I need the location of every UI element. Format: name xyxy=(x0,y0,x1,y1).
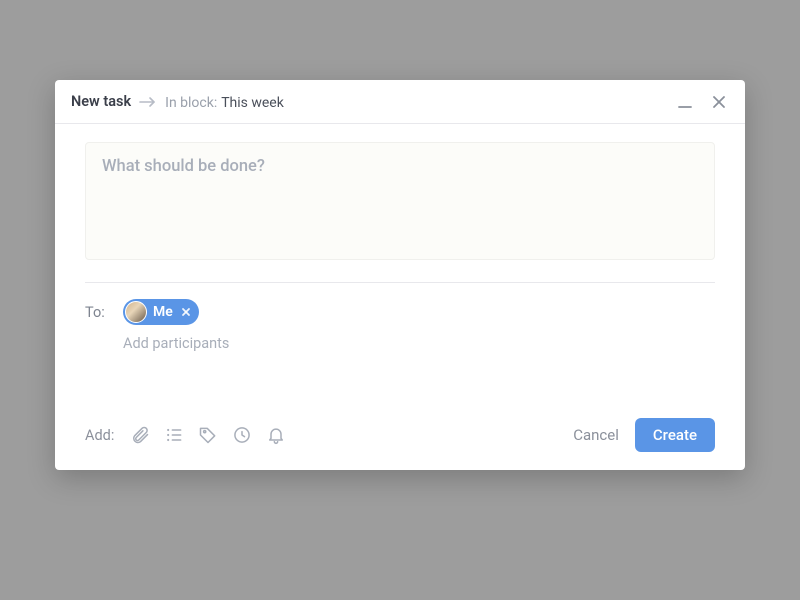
footer-tools: Add: xyxy=(85,425,286,445)
modal-footer: Add: xyxy=(55,404,745,470)
modal-header: New task In block: This week xyxy=(55,80,745,124)
close-icon[interactable] xyxy=(711,94,727,110)
assignees-label: To: xyxy=(85,304,115,321)
modal-title: New task xyxy=(71,93,131,110)
create-button[interactable]: Create xyxy=(635,418,715,452)
remove-assignee-icon[interactable] xyxy=(181,307,191,317)
divider xyxy=(85,282,715,283)
modal-body: To: Me Add participants xyxy=(55,124,745,370)
attachment-icon[interactable] xyxy=(130,425,150,445)
avatar xyxy=(125,301,147,323)
tag-icon[interactable] xyxy=(198,425,218,445)
bell-icon[interactable] xyxy=(266,425,286,445)
header-left: New task In block: This week xyxy=(71,92,284,111)
block-crumb[interactable]: In block: This week xyxy=(165,92,284,111)
add-participants-hint[interactable]: Add participants xyxy=(123,335,715,352)
time-icon[interactable] xyxy=(232,425,252,445)
header-controls xyxy=(677,94,727,110)
new-task-modal: New task In block: This week xyxy=(55,80,745,470)
arrow-right-icon xyxy=(139,96,157,108)
assignees-row: To: Me xyxy=(85,299,715,325)
assignee-name: Me xyxy=(153,304,173,320)
cancel-button[interactable]: Cancel xyxy=(573,426,619,444)
assignee-chip[interactable]: Me xyxy=(123,299,199,325)
footer-actions: Cancel Create xyxy=(573,418,715,452)
minimize-icon[interactable] xyxy=(677,95,693,109)
add-label: Add: xyxy=(85,427,114,444)
checklist-icon[interactable] xyxy=(164,425,184,445)
task-title-input[interactable] xyxy=(85,142,715,260)
block-name: This week xyxy=(221,95,284,111)
block-label: In block: xyxy=(165,95,217,111)
